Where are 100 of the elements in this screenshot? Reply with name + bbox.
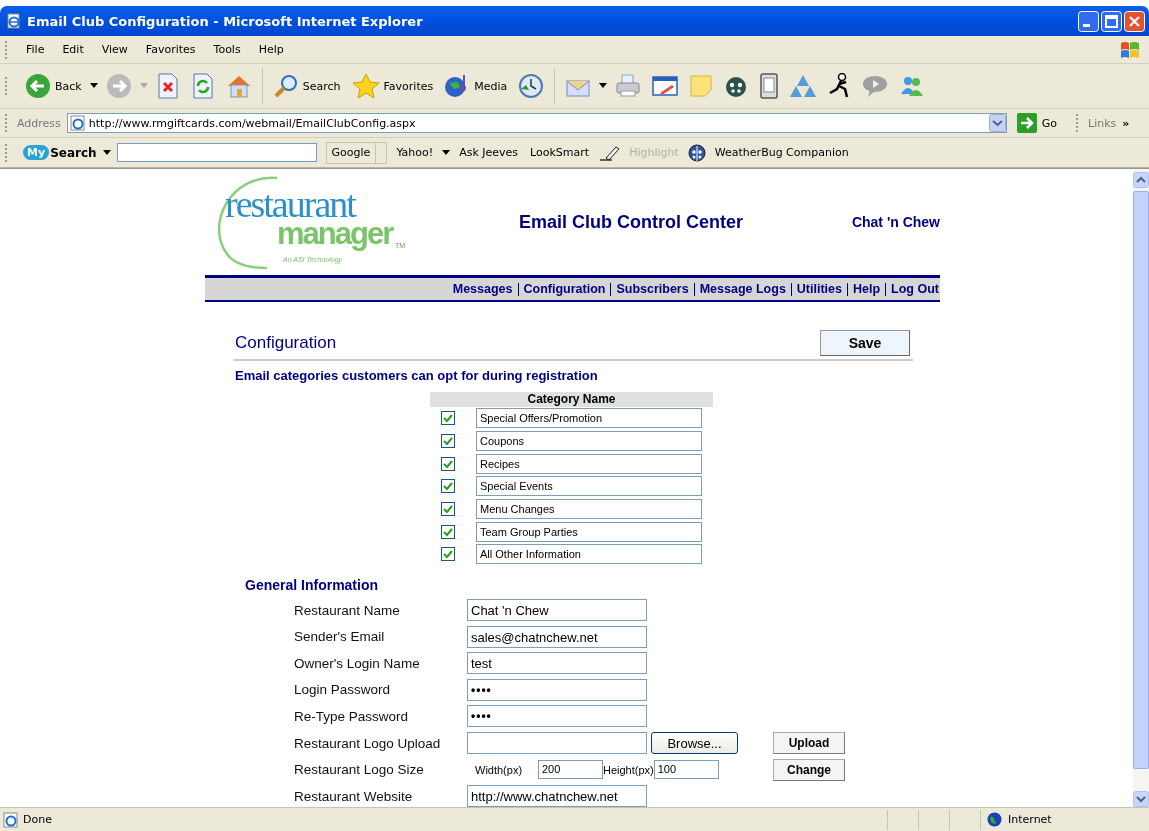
address-field[interactable]: http://www.rmgiftcards.com/webmail/EmailClubConfig.aspx xyxy=(66,113,1007,133)
nav-link[interactable]: Utilities xyxy=(790,282,847,296)
category-input[interactable]: Recipes xyxy=(476,453,702,474)
status-text: Done xyxy=(23,813,53,826)
handheld-icon[interactable] xyxy=(759,73,780,99)
more-chevron[interactable]: » xyxy=(1122,116,1130,130)
field-label: Restaurant Name xyxy=(294,602,401,618)
search-link[interactable]: Ask Jeeves xyxy=(456,146,522,159)
menu-item[interactable]: Tools xyxy=(204,43,250,56)
input-field[interactable]: http://www.chatnchew.net xyxy=(467,785,647,807)
search-icon xyxy=(272,73,299,99)
file-path-field[interactable] xyxy=(467,732,647,755)
globe-icon xyxy=(987,812,1002,827)
toolbar-link[interactable]: WeatherBug Companion xyxy=(711,146,852,159)
edit-window-icon[interactable] xyxy=(652,75,679,97)
search-button[interactable]: Search xyxy=(269,73,344,99)
column-header: Category Name xyxy=(430,392,713,407)
nav-link[interactable]: Message Logs xyxy=(693,282,791,296)
height-label: Height(px) xyxy=(603,763,654,776)
page-heading: Email Club Control Center xyxy=(519,211,743,233)
star-icon xyxy=(351,73,380,99)
logo-badge: My xyxy=(23,145,50,160)
field-label: Re-Type Password xyxy=(294,709,410,724)
checkbox[interactable] xyxy=(441,502,455,517)
nav-link[interactable]: Help xyxy=(847,282,886,296)
history-icon[interactable] xyxy=(518,73,545,99)
menu-item[interactable]: Edit xyxy=(53,43,93,56)
search-link[interactable]: Yahoo! xyxy=(393,146,437,159)
scroll-up-button[interactable] xyxy=(1133,172,1149,188)
my-search-logo[interactable]: My Search xyxy=(23,145,111,160)
menu-item[interactable]: View xyxy=(92,43,137,56)
field-label: Login Password xyxy=(294,682,392,698)
ladybug-icon[interactable] xyxy=(724,74,749,98)
menu-item[interactable]: Help xyxy=(249,43,293,56)
category-input[interactable]: Special Offers/Promotion xyxy=(476,408,702,429)
pen-icon[interactable] xyxy=(598,144,621,161)
search-engine-dropdown[interactable]: Google xyxy=(325,141,388,164)
address-label: Address xyxy=(17,116,61,130)
ladybug-icon[interactable] xyxy=(687,143,706,162)
input-field[interactable]: Chat 'n Chew xyxy=(467,599,647,622)
field-label: Restaurant Logo Size xyxy=(294,762,425,778)
checkbox[interactable] xyxy=(441,547,455,562)
refresh-icon[interactable] xyxy=(190,73,215,99)
field-label: Sender's Email xyxy=(294,629,386,645)
category-input[interactable]: Menu Changes xyxy=(476,499,702,520)
printer-icon[interactable] xyxy=(615,74,642,98)
window-title: Email Club Configuration - Microsoft Internet Explorer xyxy=(27,13,424,29)
height-input[interactable]: 100 xyxy=(653,760,719,780)
change-button[interactable]: Change xyxy=(773,758,845,781)
stop-icon[interactable] xyxy=(155,73,180,99)
nav-link[interactable]: Messages xyxy=(447,282,518,296)
search-link[interactable]: LookSmart xyxy=(527,146,593,159)
minimize-button[interactable] xyxy=(1078,10,1099,32)
checkbox[interactable] xyxy=(441,524,455,539)
nav-link[interactable]: Configuration xyxy=(517,282,611,296)
favorites-button[interactable]: Favorites xyxy=(348,73,437,99)
browse-button[interactable]: Browse... xyxy=(651,732,738,755)
field-label: Restaurant Website xyxy=(294,788,414,804)
close-button[interactable] xyxy=(1124,10,1145,32)
category-input[interactable]: Special Events xyxy=(476,476,702,497)
section-title: Configuration xyxy=(235,333,337,353)
category-input[interactable]: All Other Information xyxy=(476,544,702,565)
search-field[interactable] xyxy=(116,143,317,162)
windows-logo-icon xyxy=(1119,39,1141,60)
nav-link[interactable]: Subscribers xyxy=(610,282,694,296)
password-field[interactable]: •••• xyxy=(467,678,647,701)
width-input[interactable]: 200 xyxy=(538,760,603,780)
arrow-icon xyxy=(1016,113,1037,133)
category-input[interactable]: Team Group Parties xyxy=(476,521,702,542)
page-icon xyxy=(3,811,19,828)
input-field[interactable]: sales@chatnchew.net xyxy=(467,625,647,648)
links-label[interactable]: Links xyxy=(1088,116,1117,130)
restaurant-name: Chat 'n Chew xyxy=(851,214,940,230)
dropdown-button[interactable] xyxy=(988,114,1006,132)
password-field[interactable]: •••• xyxy=(467,705,647,728)
security-zone: Internet xyxy=(1008,813,1052,826)
nav-link[interactable]: Log Out xyxy=(885,282,940,296)
media-button[interactable]: Media xyxy=(441,73,511,99)
width-label: Width(px) xyxy=(475,763,524,776)
browser-icon xyxy=(6,13,22,29)
field-label: Restaurant Logo Upload xyxy=(294,735,442,751)
field-label: Owner's Login Name xyxy=(294,655,421,671)
section-subtitle: General Information xyxy=(245,576,380,593)
menu-item[interactable]: File xyxy=(17,43,54,56)
logo-text: Search xyxy=(50,145,97,160)
checkbox[interactable] xyxy=(441,456,455,471)
menu-item[interactable]: Favorites xyxy=(136,43,205,56)
upload-button[interactable]: Upload xyxy=(773,732,845,755)
checkbox[interactable] xyxy=(441,434,455,449)
go-button[interactable]: Go xyxy=(1010,112,1064,134)
maximize-button[interactable] xyxy=(1101,10,1122,32)
page-icon xyxy=(69,115,86,131)
section-subtitle: Email categories customers can opt for during registration xyxy=(235,368,599,383)
back-button[interactable]: Back xyxy=(22,73,85,99)
checkbox[interactable] xyxy=(441,479,455,494)
category-input[interactable]: Coupons xyxy=(476,431,702,452)
save-button[interactable]: Save xyxy=(820,330,910,356)
checkbox[interactable] xyxy=(441,411,455,426)
input-field[interactable]: test xyxy=(467,652,647,675)
scroll-down-button[interactable] xyxy=(1133,791,1149,807)
